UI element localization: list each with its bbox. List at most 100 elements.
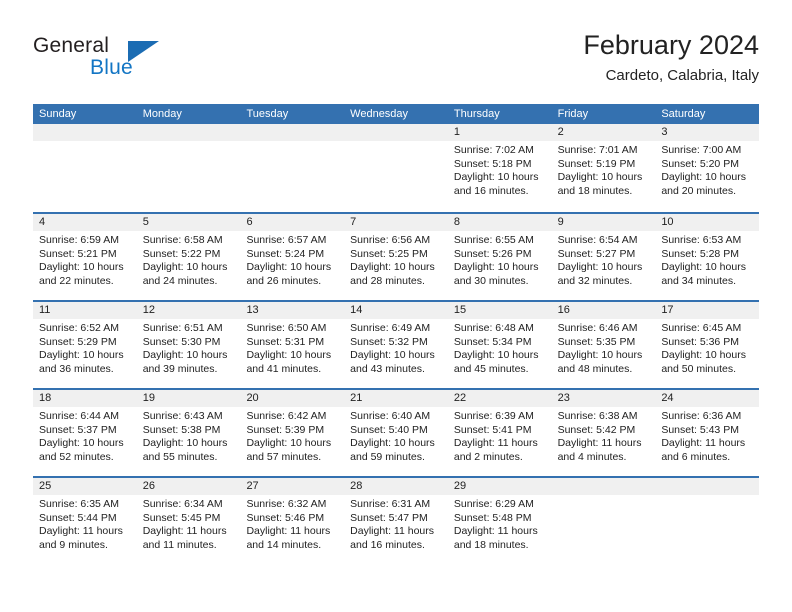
sunset-text: Sunset: 5:30 PM bbox=[142, 335, 221, 348]
calendar-day-cell[interactable]: 29 Sunrise: 6:29 AM Sunset: 5:48 PM Dayligh… bbox=[447, 478, 552, 564]
calendar-day-cell[interactable]: 19 Sunrise: 6:43 AM Sunset: 5:38 PM Dayligh… bbox=[136, 390, 241, 476]
day-details: Sunrise: 6:34 AM Sunset: 5:45 PM Daylight:… bbox=[137, 495, 241, 552]
day-number: 1 bbox=[447, 124, 552, 141]
calendar-day-cell[interactable]: 17 Sunrise: 6:45 AM Sunset: 5:36 PM Dayligh… bbox=[655, 302, 760, 388]
sunset-text: Sunset: 5:47 PM bbox=[350, 511, 428, 524]
day-number: 12 bbox=[136, 302, 241, 319]
daylight-text-line2: and 59 minutes. bbox=[350, 450, 425, 463]
calendar-day-cell[interactable]: 8 Sunrise: 6:55 AM Sunset: 5:26 PM Daylight… bbox=[447, 214, 552, 300]
daylight-text-line2: and 32 minutes. bbox=[557, 274, 633, 287]
calendar-day-cell[interactable]: 25 Sunrise: 6:35 AM Sunset: 5:44 PM Dayligh… bbox=[33, 478, 137, 564]
weekday-header-sunday: Sunday bbox=[39, 108, 77, 120]
sunrise-text: Sunrise: 6:52 AM bbox=[39, 322, 119, 334]
day-number: 8 bbox=[447, 214, 552, 231]
daylight-text-line1: Daylight: 10 hours bbox=[661, 349, 746, 362]
calendar-day-cell[interactable]: 10 Sunrise: 6:53 AM Sunset: 5:28 PM Dayligh… bbox=[655, 214, 760, 300]
day-details: Sunrise: 6:44 AM Sunset: 5:37 PM Daylight:… bbox=[33, 407, 137, 464]
calendar-day-cell[interactable]: 28 Sunrise: 6:31 AM Sunset: 5:47 PM Dayligh… bbox=[344, 478, 448, 564]
calendar-day-cell[interactable]: 1 Sunrise: 7:02 AM Sunset: 5:18 PM Daylight… bbox=[447, 124, 552, 210]
generalblue-logo[interactable]: General Blue bbox=[33, 34, 223, 86]
day-details: Sunrise: 6:50 AM Sunset: 5:31 PM Daylight:… bbox=[240, 319, 344, 376]
sunrise-text: Sunrise: 7:02 AM bbox=[453, 144, 534, 156]
title-block: February 2024 Cardeto, Calabria, Italy bbox=[583, 28, 759, 87]
day-number bbox=[551, 478, 656, 495]
calendar-day-cell[interactable]: 27 Sunrise: 6:32 AM Sunset: 5:46 PM Dayligh… bbox=[240, 478, 345, 564]
sunrise-text: Sunrise: 6:34 AM bbox=[142, 498, 223, 510]
calendar-day-cell[interactable]: 23 Sunrise: 6:38 AM Sunset: 5:42 PM Dayligh… bbox=[551, 390, 656, 476]
calendar-day-cell[interactable]: 5 Sunrise: 6:58 AM Sunset: 5:22 PM Daylight… bbox=[136, 214, 241, 300]
calendar-day-cell[interactable]: 11 Sunrise: 6:52 AM Sunset: 5:29 PM Dayligh… bbox=[33, 302, 137, 388]
day-number: 13 bbox=[240, 302, 345, 319]
day-number: 14 bbox=[344, 302, 448, 319]
calendar-day-cell[interactable]: 2 Sunrise: 7:01 AM Sunset: 5:19 PM Daylight… bbox=[551, 124, 656, 210]
sunrise-text: Sunrise: 6:54 AM bbox=[557, 234, 638, 246]
daylight-text-line2: and 48 minutes. bbox=[557, 362, 633, 375]
day-number: 6 bbox=[240, 214, 345, 231]
calendar-day-cell[interactable]: 20 Sunrise: 6:42 AM Sunset: 5:39 PM Dayligh… bbox=[240, 390, 345, 476]
calendar-day-cell[interactable]: 7 Sunrise: 6:56 AM Sunset: 5:25 PM Daylight… bbox=[344, 214, 448, 300]
daylight-text-line1: Daylight: 10 hours bbox=[246, 437, 332, 450]
calendar-day-cell[interactable]: 18 Sunrise: 6:44 AM Sunset: 5:37 PM Dayligh… bbox=[33, 390, 137, 476]
calendar-day-cell[interactable]: 14 Sunrise: 6:49 AM Sunset: 5:32 PM Dayligh… bbox=[344, 302, 448, 388]
day-details: Sunrise: 6:55 AM Sunset: 5:26 PM Daylight:… bbox=[448, 231, 552, 288]
sunrise-text: Sunrise: 6:45 AM bbox=[661, 322, 742, 334]
day-number: 25 bbox=[33, 478, 137, 495]
sunrise-text: Sunrise: 6:56 AM bbox=[350, 234, 431, 246]
day-number bbox=[136, 124, 241, 141]
calendar-week-row: 25 Sunrise: 6:35 AM Sunset: 5:44 PM Dayligh… bbox=[33, 476, 760, 564]
calendar-day-cell[interactable]: 22 Sunrise: 6:39 AM Sunset: 5:41 PM Dayligh… bbox=[447, 390, 552, 476]
daylight-text-line1: Daylight: 10 hours bbox=[557, 261, 643, 274]
sunset-text: Sunset: 5:31 PM bbox=[246, 335, 325, 348]
calendar-day-cell[interactable]: 3 Sunrise: 7:00 AM Sunset: 5:20 PM Daylight… bbox=[655, 124, 760, 210]
calendar-day-cell[interactable]: 12 Sunrise: 6:51 AM Sunset: 5:30 PM Dayligh… bbox=[136, 302, 241, 388]
calendar-day-cell[interactable]: 24 Sunrise: 6:36 AM Sunset: 5:43 PM Dayligh… bbox=[655, 390, 760, 476]
day-number bbox=[240, 124, 345, 141]
calendar-day-cell[interactable]: 21 Sunrise: 6:40 AM Sunset: 5:40 PM Dayligh… bbox=[344, 390, 448, 476]
daylight-text-line1: Daylight: 11 hours bbox=[557, 437, 642, 450]
sunset-text: Sunset: 5:28 PM bbox=[661, 247, 739, 260]
daylight-text-line2: and 9 minutes. bbox=[39, 538, 108, 551]
day-details: Sunrise: 6:51 AM Sunset: 5:30 PM Daylight:… bbox=[137, 319, 241, 376]
day-details: Sunrise: 6:43 AM Sunset: 5:38 PM Daylight:… bbox=[137, 407, 241, 464]
calendar-grid: Sunday Monday Tuesday Wednesday Thursday… bbox=[33, 104, 760, 564]
calendar-day-cell[interactable]: 13 Sunrise: 6:50 AM Sunset: 5:31 PM Dayligh… bbox=[240, 302, 345, 388]
sunrise-text: Sunrise: 6:58 AM bbox=[142, 234, 223, 246]
sunset-text: Sunset: 5:19 PM bbox=[557, 157, 636, 170]
daylight-text-line1: Daylight: 10 hours bbox=[453, 349, 539, 362]
sunset-text: Sunset: 5:22 PM bbox=[142, 247, 221, 260]
day-details: Sunrise: 6:58 AM Sunset: 5:22 PM Daylight:… bbox=[137, 231, 241, 288]
calendar-day-cell[interactable]: 26 Sunrise: 6:34 AM Sunset: 5:45 PM Dayligh… bbox=[136, 478, 241, 564]
calendar-day-cell[interactable]: 9 Sunrise: 6:54 AM Sunset: 5:27 PM Daylight… bbox=[551, 214, 656, 300]
sunrise-text: Sunrise: 6:59 AM bbox=[39, 234, 119, 246]
daylight-text-line1: Daylight: 10 hours bbox=[350, 349, 435, 362]
calendar-day-cell[interactable]: 4 Sunrise: 6:59 AM Sunset: 5:21 PM Daylight… bbox=[33, 214, 137, 300]
day-details: Sunrise: 6:46 AM Sunset: 5:35 PM Daylight:… bbox=[552, 319, 656, 376]
daylight-text-line1: Daylight: 10 hours bbox=[39, 437, 124, 450]
sunrise-text: Sunrise: 6:55 AM bbox=[453, 234, 534, 246]
daylight-text-line2: and 16 minutes. bbox=[453, 184, 529, 197]
calendar-day-cell[interactable]: 16 Sunrise: 6:46 AM Sunset: 5:35 PM Dayligh… bbox=[551, 302, 656, 388]
sunrise-text: Sunrise: 6:57 AM bbox=[246, 234, 327, 246]
daylight-text-line1: Daylight: 11 hours bbox=[39, 525, 123, 538]
calendar-day-cell-empty bbox=[344, 124, 448, 210]
calendar-day-cell-empty bbox=[655, 478, 760, 564]
calendar-day-cell[interactable]: 6 Sunrise: 6:57 AM Sunset: 5:24 PM Daylight… bbox=[240, 214, 345, 300]
day-number: 22 bbox=[447, 390, 552, 407]
sunset-text: Sunset: 5:38 PM bbox=[142, 423, 221, 436]
daylight-text-line1: Daylight: 10 hours bbox=[39, 349, 124, 362]
sunset-text: Sunset: 5:46 PM bbox=[246, 511, 325, 524]
daylight-text-line1: Daylight: 10 hours bbox=[453, 261, 539, 274]
daylight-text-line1: Daylight: 11 hours bbox=[453, 437, 538, 450]
daylight-text-line1: Daylight: 10 hours bbox=[142, 349, 228, 362]
daylight-text-line2: and 4 minutes. bbox=[557, 450, 627, 463]
calendar-day-cell-empty bbox=[551, 478, 656, 564]
daylight-text-line1: Daylight: 10 hours bbox=[350, 261, 435, 274]
day-number: 21 bbox=[344, 390, 448, 407]
day-number: 4 bbox=[33, 214, 137, 231]
calendar-day-cell-empty bbox=[33, 124, 137, 210]
weekday-header-thursday: Thursday bbox=[453, 108, 500, 120]
sunrise-text: Sunrise: 6:39 AM bbox=[453, 410, 534, 422]
calendar-day-cell[interactable]: 15 Sunrise: 6:48 AM Sunset: 5:34 PM Dayligh… bbox=[447, 302, 552, 388]
day-number: 27 bbox=[240, 478, 345, 495]
day-details: Sunrise: 7:00 AM Sunset: 5:20 PM Daylight:… bbox=[655, 141, 759, 198]
